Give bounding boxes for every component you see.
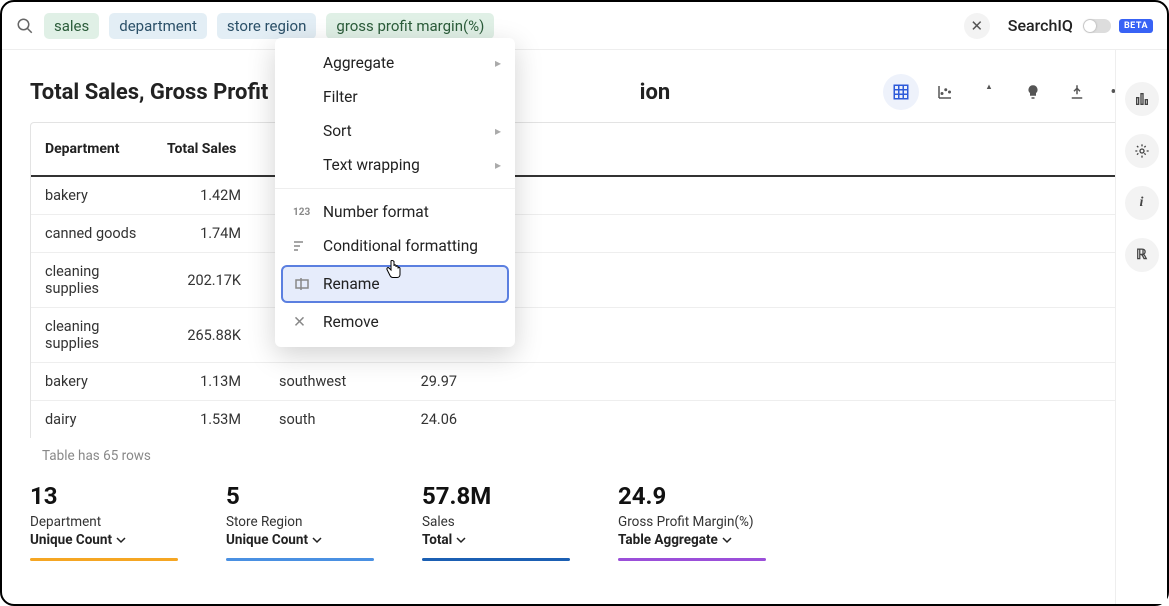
cell-gpm: 29.97: [373, 363, 481, 401]
pill-gross-profit-margin[interactable]: gross profit margin(%): [326, 13, 494, 39]
stat-gpm[interactable]: 24.9 Gross Profit Margin(%) Table Aggreg…: [618, 482, 766, 561]
menu-divider: [275, 188, 515, 189]
rename-icon: [295, 277, 317, 291]
stat-agg-dropdown[interactable]: Unique Count: [226, 532, 374, 548]
chevron-right-icon: ▸: [495, 124, 501, 138]
clear-search-button[interactable]: ✕: [964, 13, 990, 39]
cell-sales: 265.88K: [153, 308, 265, 363]
pin-button[interactable]: [971, 74, 1007, 110]
cell-gpm: 24.06: [373, 401, 481, 439]
table-row[interactable]: bakery1.13Msouthwest29.97: [31, 363, 1138, 401]
rail-r-button[interactable]: ℝ: [1125, 238, 1159, 272]
stat-value: 57.8M: [422, 482, 570, 510]
stat-agg-dropdown[interactable]: Total: [422, 532, 570, 548]
pill-store-region[interactable]: store region: [217, 13, 316, 39]
view-toolbar: •••: [883, 74, 1139, 110]
cursor-pointer-icon: [385, 260, 403, 284]
chevron-down-icon: [722, 535, 732, 545]
table-row[interactable]: canned goods1.74M: [31, 215, 1138, 253]
chevron-right-icon: ▸: [495, 158, 501, 172]
stat-label: Sales: [422, 514, 570, 530]
conditional-formatting-icon: [293, 239, 315, 253]
summary-stats: 13 Department Unique Count 5 Store Regio…: [2, 464, 1167, 561]
menu-conditional-formatting[interactable]: Conditional formatting: [275, 229, 515, 263]
menu-text-wrapping[interactable]: Text wrapping▸: [275, 148, 515, 182]
cell-dept: cleaning supplies: [31, 253, 153, 308]
stat-agg-dropdown[interactable]: Unique Count: [30, 532, 178, 548]
table-row[interactable]: bakery1.42M: [31, 176, 1138, 215]
table-view-button[interactable]: [883, 74, 919, 110]
menu-sort[interactable]: Sort▸: [275, 114, 515, 148]
cell-dept: cleaning supplies: [31, 308, 153, 363]
title-bar: Total Sales, Gross Profit Margin (%) by …: [2, 50, 1167, 122]
cell-dept: canned goods: [31, 215, 153, 253]
col-header-department[interactable]: Department: [31, 123, 153, 176]
stat-label: Store Region: [226, 514, 374, 530]
cell-sales: 202.17K: [153, 253, 265, 308]
cell-sales: 1.53M: [153, 401, 265, 439]
stat-label: Gross Profit Margin(%): [618, 514, 766, 530]
column-context-menu: Aggregate▸ Filter Sort▸ Text wrapping▸ 1…: [275, 38, 515, 347]
table-header-row: Department Total Sales: [31, 123, 1138, 176]
cell-dept: bakery: [31, 176, 153, 215]
rail-explore-button[interactable]: [1125, 82, 1159, 116]
chart-view-button[interactable]: [927, 74, 963, 110]
rail-info-button[interactable]: i: [1125, 186, 1159, 220]
pill-department[interactable]: department: [109, 13, 207, 39]
stat-store-region[interactable]: 5 Store Region Unique Count: [226, 482, 374, 561]
close-icon: ✕: [293, 313, 315, 331]
table-footnote: Table has 65 rows: [2, 438, 1167, 464]
searchiq-label: SearchIQ: [1008, 16, 1073, 35]
cell-sales: 1.13M: [153, 363, 265, 401]
chevron-down-icon: [116, 535, 126, 545]
title-right: ion: [640, 80, 671, 105]
chevron-right-icon: ▸: [495, 56, 501, 70]
beta-badge: BETA: [1119, 19, 1153, 33]
stat-sales[interactable]: 57.8M Sales Total: [422, 482, 570, 561]
idea-button[interactable]: [1015, 74, 1051, 110]
menu-aggregate[interactable]: Aggregate▸: [275, 46, 515, 80]
stat-agg-dropdown[interactable]: Table Aggregate: [618, 532, 766, 548]
stat-value: 5: [226, 482, 374, 510]
menu-filter[interactable]: Filter: [275, 80, 515, 114]
table-row[interactable]: dairy1.53Msouth24.06: [31, 401, 1138, 439]
cell-sales: 1.74M: [153, 215, 265, 253]
col-header-total-sales[interactable]: Total Sales: [153, 123, 265, 176]
stat-department[interactable]: 13 Department Unique Count: [30, 482, 178, 561]
search-bar: sales department store region gross prof…: [2, 2, 1167, 50]
cell-region: south: [265, 401, 373, 439]
table-row[interactable]: cleaning supplies202.17K: [31, 253, 1138, 308]
pill-sales[interactable]: sales: [44, 13, 99, 39]
search-pills: sales department store region gross prof…: [44, 13, 964, 39]
number-format-icon: 123: [293, 207, 315, 218]
table-row[interactable]: cleaning supplies265.88Kmidwest25.67: [31, 308, 1138, 363]
cell-dept: bakery: [31, 363, 153, 401]
right-rail: i ℝ: [1115, 50, 1167, 604]
search-icon: [16, 17, 34, 35]
share-button[interactable]: [1059, 74, 1095, 110]
data-table: Department Total Sales bakery1.42M canne…: [31, 123, 1138, 438]
stat-value: 13: [30, 482, 178, 510]
stat-label: Department: [30, 514, 178, 530]
menu-remove[interactable]: ✕Remove: [275, 305, 515, 339]
cell-dept: dairy: [31, 401, 153, 439]
rail-settings-button[interactable]: [1125, 134, 1159, 168]
stat-value: 24.9: [618, 482, 766, 510]
cell-region: southwest: [265, 363, 373, 401]
menu-number-format[interactable]: 123Number format: [275, 195, 515, 229]
searchiq-toggle[interactable]: [1083, 19, 1111, 33]
data-table-wrap: Department Total Sales bakery1.42M canne…: [30, 122, 1139, 438]
cell-sales: 1.42M: [153, 176, 265, 215]
chevron-down-icon: [312, 535, 322, 545]
chevron-down-icon: [456, 535, 466, 545]
